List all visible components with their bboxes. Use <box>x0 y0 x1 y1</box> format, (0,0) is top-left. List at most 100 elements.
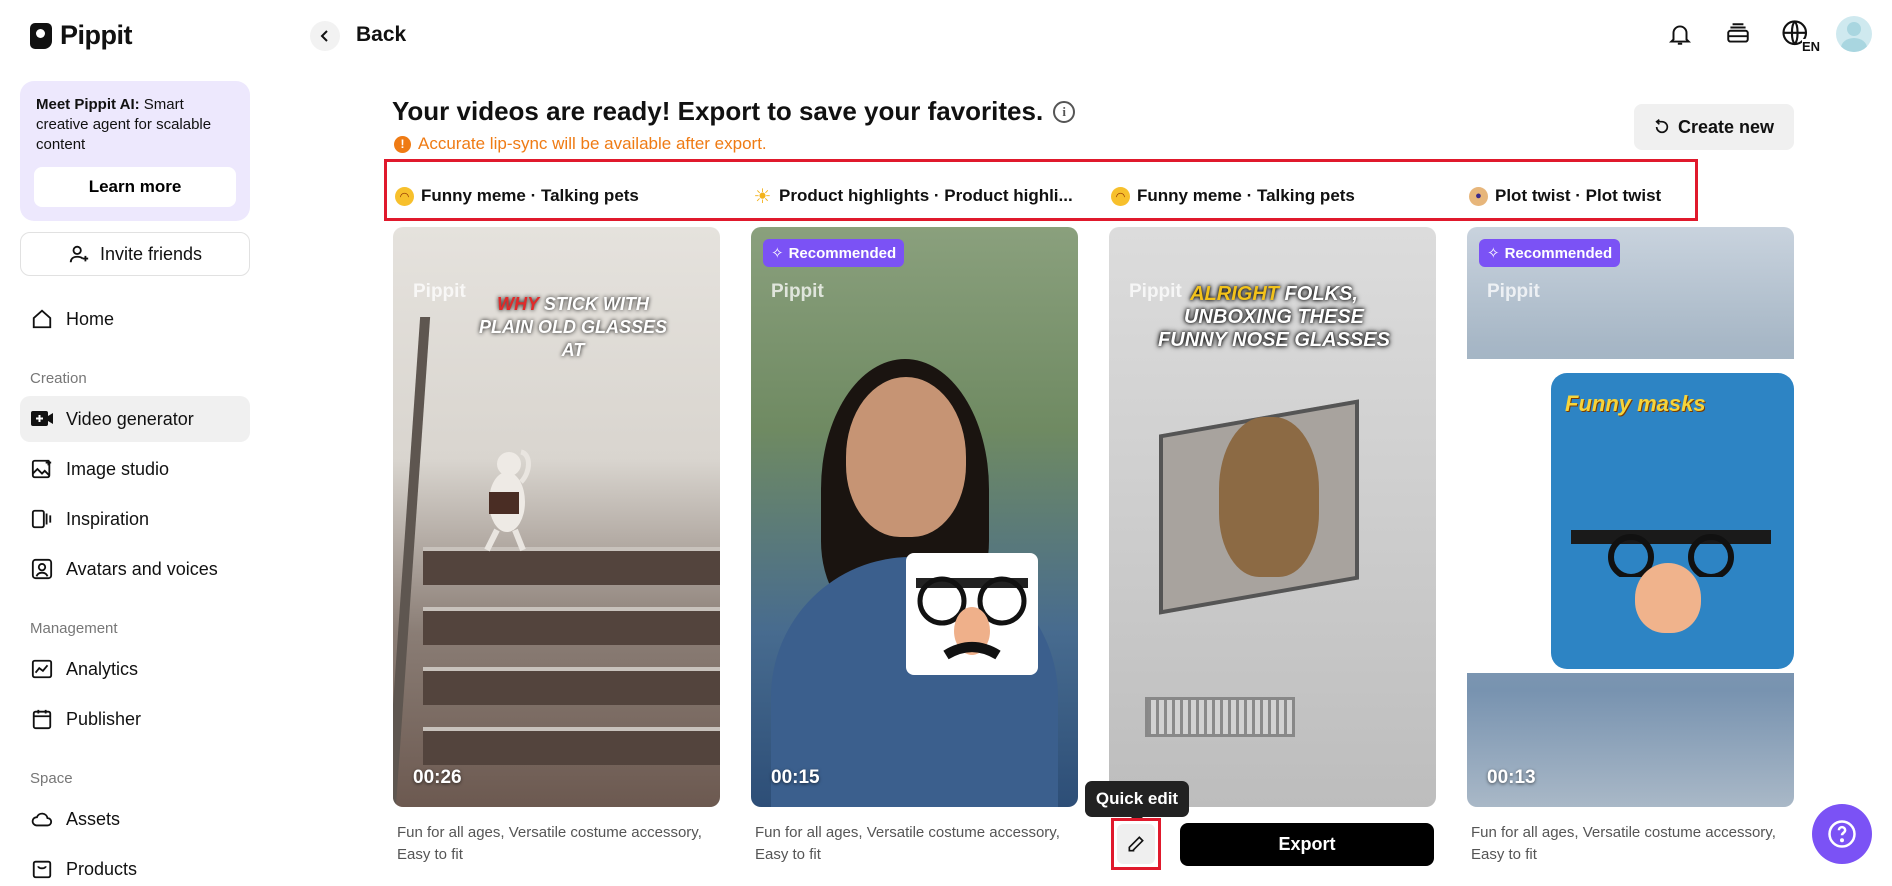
quick-edit-tooltip: Quick edit <box>1085 781 1189 823</box>
video-card-3[interactable]: Pippit ALRIGHT FOLKS, UNBOXING THESE FUN… <box>1109 227 1436 807</box>
pippit-watermark: Pippit <box>1487 281 1540 302</box>
sidebar-item-label: Image studio <box>66 458 170 479</box>
export-button[interactable]: Export <box>1180 823 1434 866</box>
video-thumbnail <box>751 227 1078 807</box>
pippit-watermark: Pippit <box>413 281 466 302</box>
chevron-left-icon <box>320 30 328 42</box>
sidebar-item-label: Products <box>66 858 138 879</box>
back-label[interactable]: Back <box>356 23 406 47</box>
sidebar-item-label: Assets <box>66 808 121 829</box>
cloud-icon <box>30 807 54 831</box>
sidebar-item-label: Video generator <box>66 408 194 429</box>
home-icon <box>30 307 54 331</box>
pippit-logo-icon <box>30 22 52 49</box>
sidebar-item-label: Publisher <box>66 708 142 729</box>
template-tab-2[interactable]: ☀ Product highlights · Product highli... <box>753 185 1073 208</box>
warning-icon: ! <box>394 135 411 153</box>
video-card-1[interactable]: Pippit WHY STICK WITH PLAIN OLD GLASSES … <box>393 227 720 807</box>
section-label-management: Management <box>30 620 118 637</box>
recommended-badge: ✧ Recommended <box>1479 239 1621 267</box>
sidebar-item-products[interactable]: Products <box>20 846 250 886</box>
video-duration: 00:26 <box>413 767 462 788</box>
back-button[interactable] <box>310 21 340 51</box>
sparkle-icon: ✧ <box>771 245 784 262</box>
sidebar-item-home[interactable]: Home <box>20 296 250 342</box>
sidebar-item-label: Analytics <box>66 658 139 679</box>
header-actions: EN <box>1662 16 1872 54</box>
globe-language-icon[interactable]: EN <box>1778 16 1820 54</box>
template-tab-1[interactable]: ◠ Funny meme · Talking pets <box>395 186 639 206</box>
invite-friends-button[interactable]: Invite friends <box>20 232 250 276</box>
template-tab-label: Funny meme · Talking pets <box>1137 186 1355 205</box>
section-label-space: Space <box>30 770 73 787</box>
invite-friends-label: Invite friends <box>99 243 203 264</box>
sparkle-icon: ✧ <box>1487 245 1500 262</box>
pippit-watermark: Pippit <box>771 281 824 302</box>
video-plus-icon <box>30 407 54 431</box>
app-logo[interactable]: Pippit <box>30 20 133 51</box>
template-tab-4[interactable]: ● Plot twist · Plot twist <box>1469 186 1661 206</box>
template-tab-label: Product highlights · Product highli... <box>779 186 1073 205</box>
learn-more-button[interactable]: Learn more <box>34 167 236 207</box>
language-code: EN <box>1801 39 1820 54</box>
help-button[interactable] <box>1812 804 1872 864</box>
laughing-emoji-icon: ◠ <box>395 186 414 206</box>
sun-emoji-icon: ☀ <box>753 185 772 208</box>
create-new-button[interactable]: Create new <box>1634 104 1794 150</box>
notice-text: Accurate lip-sync will be available afte… <box>418 134 767 153</box>
laughing-emoji-icon: ◠ <box>1111 186 1130 206</box>
refresh-icon <box>1655 119 1669 134</box>
quick-edit-button[interactable] <box>1111 818 1161 870</box>
sidebar-item-assets[interactable]: Assets <box>20 796 250 842</box>
sidebar-item-video-generator[interactable]: Video generator <box>20 396 250 442</box>
video-card-2[interactable]: ✧ Recommended Pippit 00:15 <box>751 227 1078 807</box>
question-icon <box>1828 820 1856 848</box>
template-tab-3[interactable]: ◠ Funny meme · Talking pets <box>1111 186 1355 206</box>
video-card-4[interactable]: Funny masks ✧ Recommended Pippit 00:13 <box>1467 227 1794 807</box>
avatar-icon <box>30 557 54 581</box>
nose-glasses-inset-image <box>906 553 1038 675</box>
calendar-icon <box>30 707 54 731</box>
sidebar-item-label: Avatars and voices <box>66 558 218 579</box>
section-label-creation: Creation <box>30 370 87 387</box>
video-caption: WHY STICK WITH PLAIN OLD GLASSES AT <box>478 294 667 360</box>
template-tab-label: Plot twist · Plot twist <box>1495 186 1662 205</box>
video-description: Fun for all ages, Versatile costume acce… <box>755 824 1060 863</box>
create-new-label: Create new <box>1677 116 1775 137</box>
image-plus-icon <box>30 457 54 481</box>
sidebar-item-label: Home <box>66 308 115 329</box>
add-user-icon <box>69 245 89 263</box>
lip-sync-notice: ! Accurate lip-sync will be available af… <box>394 134 767 154</box>
app-name: Pippit <box>60 20 133 50</box>
video-description: Fun for all ages, Versatile costume acce… <box>397 824 702 863</box>
page-title: Your videos are ready! Export to save yo… <box>392 96 1076 127</box>
dog-image <box>1219 417 1319 577</box>
bell-icon[interactable] <box>1662 16 1698 52</box>
sidebar: Pippit Meet Pippit AI: Smart creative ag… <box>0 0 270 886</box>
sidebar-item-publisher[interactable]: Publisher <box>20 696 250 742</box>
info-icon[interactable]: i <box>1053 100 1076 123</box>
woman-face-image <box>846 377 966 537</box>
sidebar-item-label: Inspiration <box>66 508 150 529</box>
layers-icon[interactable] <box>1720 16 1756 52</box>
avatar[interactable] <box>1836 16 1872 52</box>
bag-icon <box>30 857 54 881</box>
video-thumbnail: Funny masks <box>1467 227 1794 807</box>
person-shrugging-emoji-icon: ● <box>1469 186 1488 206</box>
sidebar-item-inspiration[interactable]: Inspiration <box>20 496 250 542</box>
template-tab-label: Funny meme · Talking pets <box>421 186 639 205</box>
chart-icon <box>30 657 54 681</box>
page-title-text: Your videos are ready! Export to save yo… <box>392 96 1044 126</box>
recommended-badge: ✧ Recommended <box>763 239 905 267</box>
video-description: Fun for all ages, Versatile costume acce… <box>1471 824 1776 863</box>
sidebar-item-image-studio[interactable]: Image studio <box>20 446 250 492</box>
promo-card: Meet Pippit AI: Smart creative agent for… <box>20 81 250 221</box>
video-caption: ALRIGHT FOLKS, UNBOXING THESE FUNNY NOSE… <box>1158 283 1390 351</box>
cat-image <box>484 449 531 552</box>
video-duration: 00:13 <box>1487 767 1536 788</box>
inspiration-icon <box>30 507 54 531</box>
promo-text: Meet Pippit AI: Smart creative agent for… <box>36 96 212 153</box>
sidebar-item-avatars-and-voices[interactable]: Avatars and voices <box>20 546 250 592</box>
pencil-icon <box>1128 836 1144 852</box>
sidebar-item-analytics[interactable]: Analytics <box>20 646 250 692</box>
